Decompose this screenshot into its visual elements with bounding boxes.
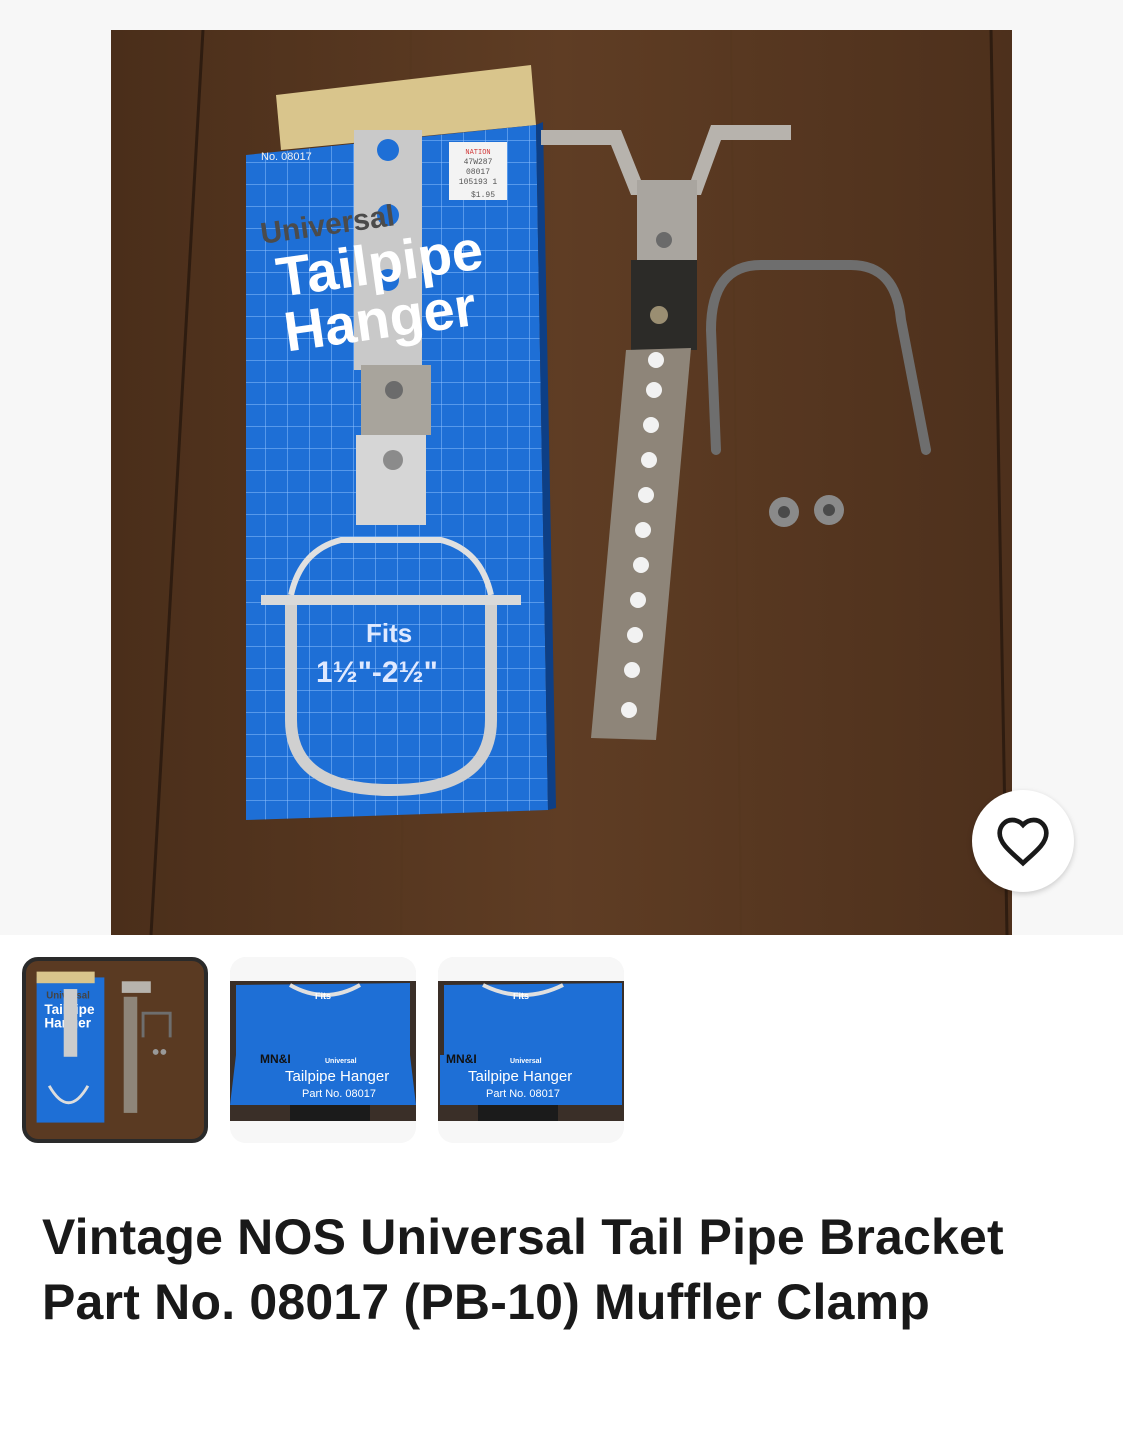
listing-title: Vintage NOS Universal Tail Pipe Bracket … [42,1209,1004,1330]
thumbnail-strip: Universal Tailpipe Hanger Fits MN&I Univ… [0,935,1123,1155]
box-fits: Fits [366,618,412,648]
box-size: 1½"-2½" [316,656,438,689]
svg-text:$1.95: $1.95 [471,191,495,200]
thumbnail-1[interactable]: Universal Tailpipe Hanger [22,957,208,1143]
svg-text:Universal: Universal [510,1058,542,1065]
heart-outline-icon [997,817,1049,867]
svg-text:Part No. 08017: Part No. 08017 [486,1088,560,1100]
svg-text:MN&I: MN&I [446,1052,477,1066]
svg-text:Universal: Universal [325,1058,357,1065]
main-product-image[interactable]: NATION 47W287 08017 105193 1 $1.95 No. 0… [111,30,1012,935]
svg-text:Part No. 08017: Part No. 08017 [302,1088,376,1100]
box-part-no: No. 08017 [261,151,312,163]
product-box-graphic: NATION 47W287 08017 105193 1 $1.95 No. 0… [246,65,556,820]
svg-text:08017: 08017 [466,168,490,177]
thumbnail-2[interactable]: Fits MN&I Universal Tailpipe Hanger Part… [230,957,416,1143]
price-tag-text: NATION [465,149,490,157]
svg-text:Fits: Fits [513,991,529,1001]
favorite-button[interactable] [972,790,1074,892]
svg-text:MN&I: MN&I [260,1052,291,1066]
svg-text:47W287: 47W287 [464,158,493,167]
thumbnail-3[interactable]: Fits MN&I Universal Tailpipe Hanger Part… [438,957,624,1143]
svg-text:Tailpipe Hanger: Tailpipe Hanger [285,1068,389,1085]
svg-text:Fits: Fits [315,991,331,1001]
svg-text:105193 1: 105193 1 [459,178,498,187]
image-gallery: NATION 47W287 08017 105193 1 $1.95 No. 0… [0,0,1123,935]
svg-text:Tailpipe Hanger: Tailpipe Hanger [468,1068,572,1085]
